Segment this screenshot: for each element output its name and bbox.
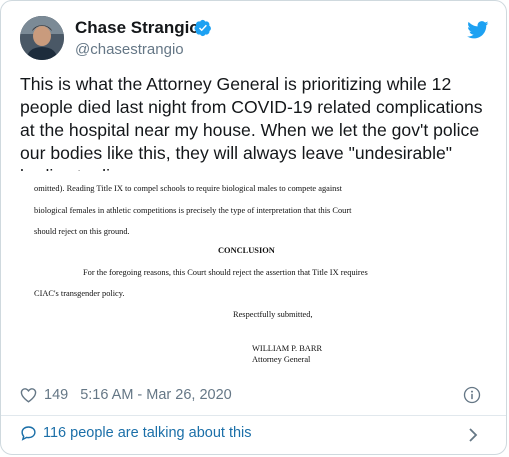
author-name[interactable]: Chase Strangio	[75, 18, 200, 38]
info-icon[interactable]	[463, 386, 481, 404]
verified-badge-icon	[194, 19, 211, 37]
conversation-link[interactable]: 116 people are talking about this	[20, 425, 252, 441]
tweet-meta: 149 5:16 AM - Mar 26, 2020	[20, 387, 490, 403]
avatar[interactable]	[20, 16, 64, 60]
document-line: CIAC's transgender policy.	[34, 289, 125, 298]
document-line: biological females in athletic competiti…	[34, 206, 352, 215]
document-line: should reject on this ground.	[34, 227, 130, 236]
speech-bubble-icon	[21, 426, 36, 441]
document-closing: Respectfully submitted,	[233, 310, 313, 319]
chevron-right-icon[interactable]	[468, 427, 478, 443]
heart-icon[interactable]	[20, 387, 37, 403]
tweet-card[interactable]: Chase Strangio @chasestrangio This is wh…	[0, 0, 507, 455]
avatar-image	[20, 16, 64, 60]
conversation-count-label[interactable]: 116 people are talking about this	[43, 425, 252, 441]
document-heading: CONCLUSION	[218, 246, 275, 255]
document-image[interactable]: omitted). Reading Title IX to compel sch…	[20, 171, 490, 371]
document-line: omitted). Reading Title IX to compel sch…	[34, 184, 342, 193]
timestamp[interactable]: 5:16 AM - Mar 26, 2020	[80, 387, 232, 403]
document-signer-name: WILLIAM P. BARR	[252, 344, 323, 353]
document-signer-title: Attorney General	[252, 355, 311, 364]
twitter-bird-icon[interactable]	[467, 21, 489, 39]
divider	[1, 415, 506, 416]
author-handle[interactable]: @chasestrangio	[75, 41, 184, 58]
document-line: For the foregoing reasons, this Court sh…	[83, 268, 368, 277]
like-count[interactable]: 149	[44, 387, 68, 403]
